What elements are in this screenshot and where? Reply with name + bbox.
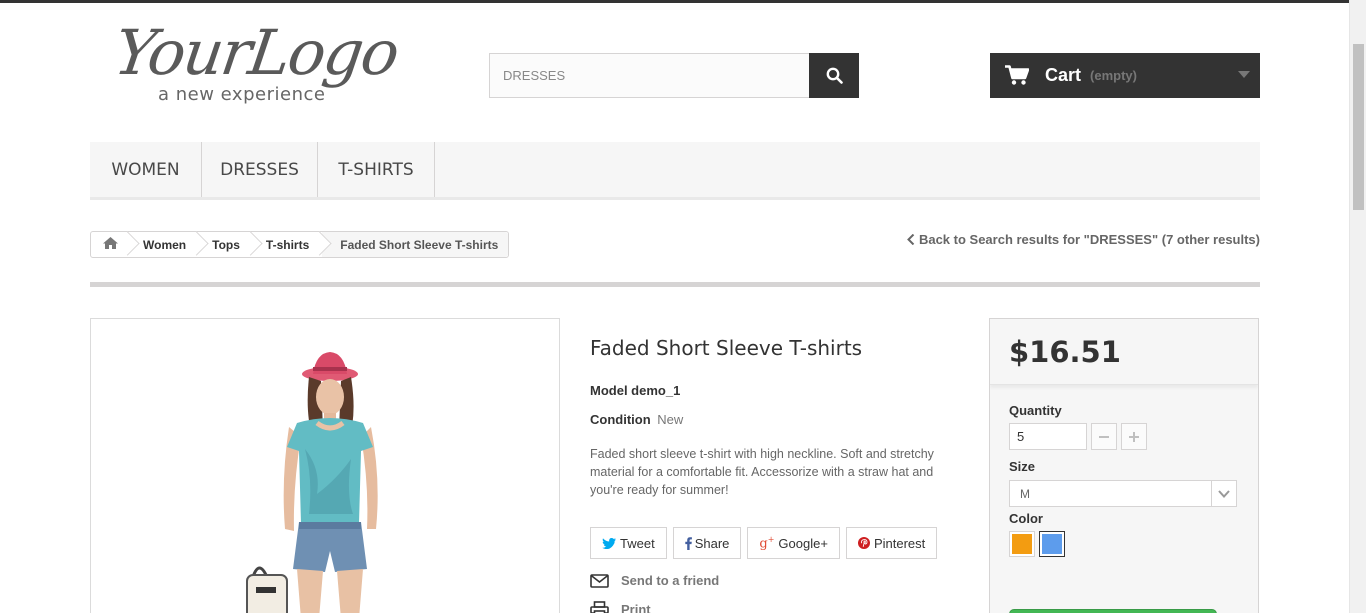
color-swatches <box>1009 531 1258 557</box>
price-row: $16.51 <box>990 319 1258 385</box>
buy-options: Quantity Size M Color <box>990 385 1258 557</box>
tweet-label: Tweet <box>620 535 655 551</box>
logo-main-text: YourLogo <box>109 16 403 89</box>
home-icon <box>103 237 118 249</box>
logo-tagline: a new experience <box>158 84 326 105</box>
send-to-friend-link[interactable]: Send to a friend <box>590 573 719 588</box>
facebook-share-button[interactable]: Share <box>672 527 742 559</box>
printer-icon <box>590 601 609 613</box>
quantity-label: Quantity <box>1009 403 1062 418</box>
search-bar <box>489 53 859 98</box>
size-dropdown-arrow <box>1211 481 1236 506</box>
quantity-input[interactable] <box>1009 423 1087 450</box>
section-divider <box>90 282 1260 287</box>
back-link-label: Back to Search results for "DRESSES" (7 … <box>918 232 1260 247</box>
print-label: Print <box>621 601 651 613</box>
pinterest-button[interactable]: Pinterest <box>845 527 938 559</box>
size-select[interactable]: M <box>1009 480 1237 507</box>
product-title: Faded Short Sleeve T-shirts <box>590 336 863 360</box>
search-icon <box>826 67 843 84</box>
breadcrumb-current: Faded Short Sleeve T-shirts <box>322 232 509 257</box>
add-to-cart-button[interactable] <box>1009 609 1217 613</box>
pinterest-label: Pinterest <box>873 535 926 551</box>
breadcrumb: Women Tops T-shirts Faded Short Sleeve T… <box>90 231 510 258</box>
breadcrumb-home[interactable] <box>91 232 130 257</box>
caret-down-icon <box>1238 71 1250 78</box>
quantity-decrease-button[interactable] <box>1091 423 1117 450</box>
product-price: $16.51 <box>1009 334 1121 369</box>
menu-item-women[interactable]: WOMEN <box>90 142 202 197</box>
tweet-button[interactable]: Tweet <box>590 527 667 559</box>
plus-icon <box>1129 431 1139 442</box>
quantity-increase-button[interactable] <box>1121 423 1147 450</box>
buy-box: $16.51 Quantity Size M Color <box>989 318 1259 613</box>
size-label: Size <box>1009 459 1036 474</box>
scrollbar-thumb[interactable] <box>1353 44 1364 210</box>
product-image-frame[interactable] <box>90 318 560 613</box>
search-input[interactable] <box>489 53 810 98</box>
swatch-fill <box>1042 534 1062 554</box>
breadcrumb-t-shirts[interactable]: T-shirts <box>253 232 322 257</box>
cart-status: (empty) <box>1090 68 1137 83</box>
main-menu: WOMEN DRESSES T-SHIRTS <box>90 142 1260 200</box>
google-plus-button[interactable]: g+ Google+ <box>747 527 840 559</box>
color-label: Color <box>1009 511 1043 526</box>
color-swatch-blue[interactable] <box>1039 531 1065 557</box>
quantity-stepper <box>1009 423 1258 450</box>
send-to-friend-label: Send to a friend <box>621 573 720 588</box>
social-share-buttons: Tweet Share g+ Google+ Pinterest <box>590 527 938 559</box>
facebook-icon <box>684 536 692 550</box>
shopping-cart-icon <box>1005 65 1029 85</box>
top-border <box>0 0 1366 3</box>
twitter-icon <box>602 537 616 549</box>
product-condition: Condition New <box>590 412 683 427</box>
page-scrollbar[interactable] <box>1349 0 1366 613</box>
chevron-left-icon <box>907 234 915 245</box>
color-swatch-orange[interactable] <box>1009 531 1035 557</box>
cart-label: Cart <box>1045 65 1082 85</box>
google-plus-icon: g+ <box>759 534 775 552</box>
menu-item-t-shirts[interactable]: T-SHIRTS <box>318 142 435 197</box>
envelope-icon <box>590 573 609 588</box>
menu-item-dresses[interactable]: DRESSES <box>202 142 318 197</box>
google-plus-label: Google+ <box>778 535 828 551</box>
size-selected-value: M <box>1020 486 1030 501</box>
minus-icon <box>1099 435 1109 438</box>
product-photo <box>246 352 378 613</box>
condition-label: Condition <box>590 412 651 427</box>
share-label: Share <box>694 535 730 551</box>
chevron-down-icon <box>1218 489 1230 498</box>
condition-value: New <box>657 412 684 427</box>
search-button[interactable] <box>809 53 859 98</box>
swatch-fill <box>1012 534 1032 554</box>
site-logo[interactable]: YourLogo a new experience <box>110 16 405 112</box>
print-link[interactable]: Print <box>590 601 651 613</box>
pinterest-icon <box>857 537 870 549</box>
breadcrumb-women[interactable]: Women <box>130 232 199 257</box>
product-model: Model demo_1 <box>590 383 681 398</box>
back-to-search-link[interactable]: Back to Search results for "DRESSES" (7 … <box>907 232 1260 247</box>
cart-button[interactable]: Cart (empty) <box>990 53 1260 98</box>
product-description: Faded short sleeve t-shirt with high nec… <box>590 447 934 497</box>
